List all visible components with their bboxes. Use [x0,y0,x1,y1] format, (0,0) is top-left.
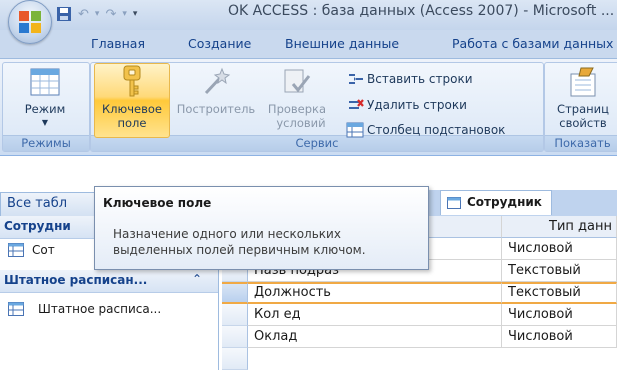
view-button-label: Режим [24,102,66,116]
nav-item-staffing-table[interactable]: Штатное расписа... [8,302,161,316]
data-type-cell[interactable]: Числовой [502,304,617,326]
save-icon[interactable] [56,6,72,22]
office-logo-icon [19,11,41,33]
primary-key-label-1: Ключевое [102,102,162,116]
office-button[interactable] [8,0,52,44]
validation-label-2: условий [276,116,326,130]
tab-database-tools[interactable]: Работа с базами данных [452,36,613,51]
undo-icon[interactable]: ↶ [78,7,89,22]
table-icon [447,197,461,209]
window-title: OK ACCESS : база данных (Access 2007) - … [228,3,615,19]
tooltip-body-line-2: выделенных полей первичным ключом. [113,243,366,257]
row-selector[interactable] [222,304,248,326]
row-selector[interactable] [222,348,248,370]
lookup-column-button[interactable]: Столбец подстановок [346,122,505,138]
tab-create[interactable]: Создание [188,36,251,51]
insert-rows-label: Вставить строки [367,72,473,86]
validation-rules-icon [284,69,311,93]
document-tab[interactable]: Сотрудник [440,190,552,215]
builder-button[interactable]: Построитель [172,66,260,134]
data-type-cell[interactable]: Числовой [502,326,617,348]
group-show-hide-label: Показать [545,135,617,151]
datasheet-view-icon [30,68,60,96]
field-name-cell[interactable]: Оклад [248,326,502,348]
tab-external-data[interactable]: Внешние данные [285,36,399,51]
tooltip-title: Ключевое поле [103,196,212,210]
delete-rows-icon [349,99,364,109]
view-dropdown-icon: ▼ [41,118,49,127]
lookup-column-icon [346,122,364,138]
insert-rows-icon [349,74,363,84]
nav-item-employees-label: Сот [32,243,55,257]
quick-access-toolbar: ↶ ▾ ↷ ▾ ▾ [56,5,137,23]
tab-home[interactable]: Главная [91,36,145,51]
row-selector-selected[interactable] [222,282,248,304]
property-sheet-button[interactable]: Страниц свойств [548,66,617,134]
lookup-column-label: Столбец подстановок [367,123,506,137]
property-sheet-icon [570,67,596,97]
document-tab-label: Сотрудник [467,195,542,209]
primary-key-label-2: поле [117,116,147,130]
tooltip-body-line-1: Назначение одного или нескольких [113,227,341,241]
property-sheet-label-1: Страниц [557,102,609,116]
nav-group-staffing[interactable]: Штатное расписан... ⌃ [0,270,218,293]
customize-qat-icon[interactable]: ▾ [133,9,138,19]
redo-dropdown-icon[interactable]: ▾ [122,9,127,19]
builder-wand-icon [204,67,231,95]
group-views-label: Режимы [3,135,89,151]
primary-key-button[interactable]: Ключевое поле [94,63,170,138]
test-validation-button[interactable]: Проверка условий [262,66,332,134]
tooltip: Ключевое поле Назначение одного или неск… [94,186,429,270]
field-name-cell[interactable]: Кол ед [248,304,502,326]
nav-item-employees-table[interactable]: Сот [8,243,55,257]
column-header-data-type: Тип данн [502,216,617,238]
nav-group-employees-title: Сотрудни [4,219,71,233]
data-type-cell-selected[interactable]: Текстовый [502,282,617,304]
redo-icon[interactable]: ↷ [105,7,116,22]
undo-dropdown-icon[interactable]: ▾ [95,9,100,19]
key-icon [123,65,141,97]
table-icon [8,243,24,257]
property-sheet-label-2: свойств [559,116,607,130]
data-type-cell[interactable]: Числовой [502,238,617,260]
validation-label-1: Проверка [267,102,327,116]
collapse-chevron-icon[interactable]: ⌃ [192,272,202,286]
field-name-cell-selected[interactable]: Должность [248,282,502,304]
delete-rows-label: Удалить строки [367,98,467,112]
nav-item-staffing-label: Штатное расписа... [38,302,162,316]
nav-group-staffing-title: Штатное расписан... [4,273,148,287]
row-selector[interactable] [222,326,248,348]
view-button[interactable]: Режим ▼ [4,66,86,134]
nav-pane-header-label: Все табл [7,196,68,211]
builder-label: Построитель [176,102,256,116]
delete-rows-button[interactable]: Удалить строки [348,98,467,112]
table-icon [8,302,24,316]
data-type-cell[interactable]: Текстовый [502,260,617,282]
insert-rows-button[interactable]: Вставить строки [348,72,473,86]
